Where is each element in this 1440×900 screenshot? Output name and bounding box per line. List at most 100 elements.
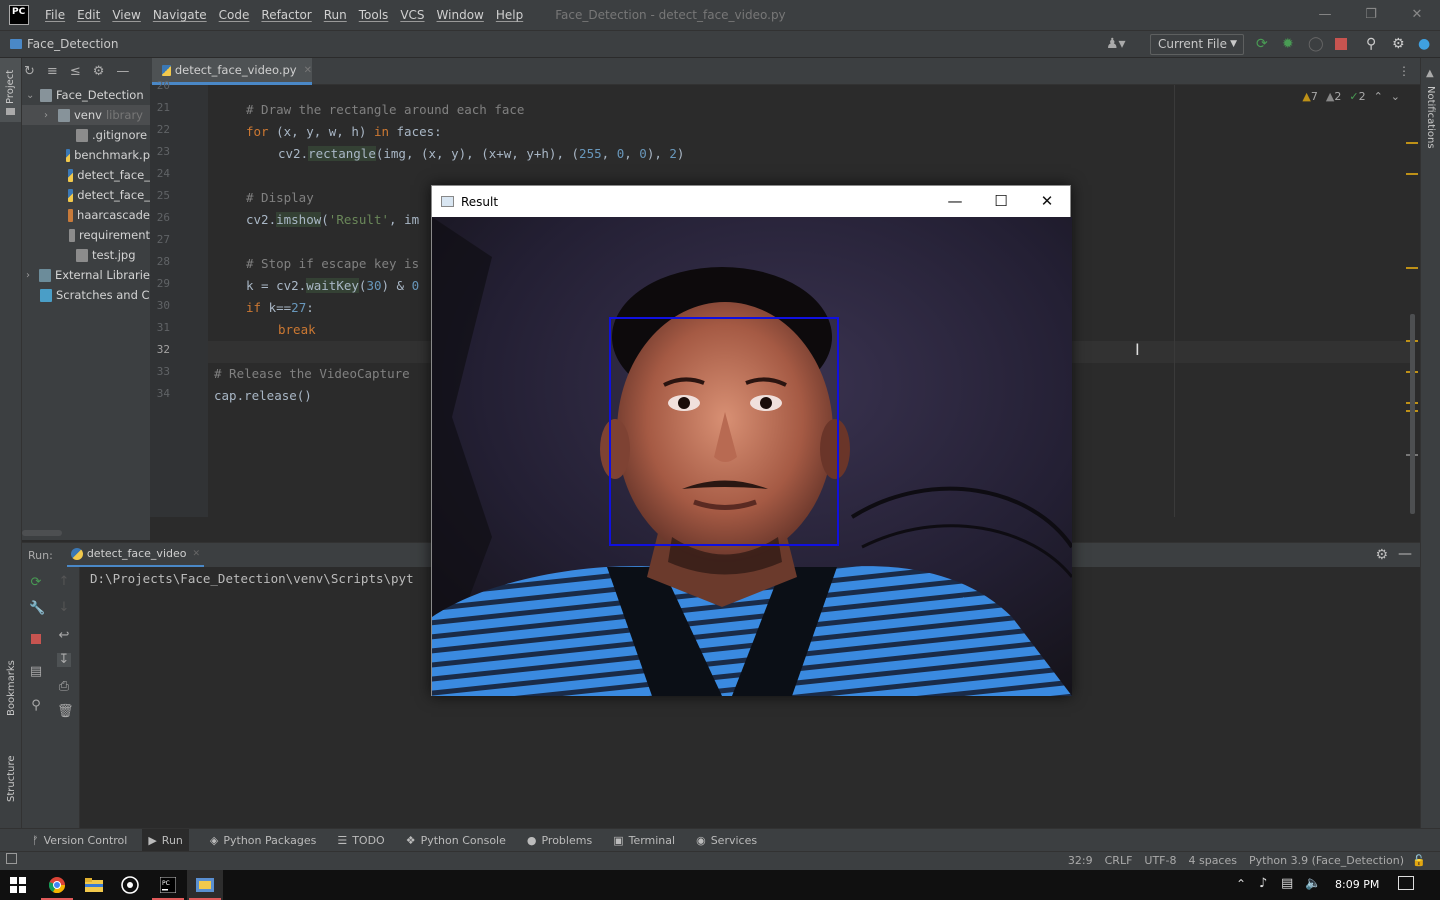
chrome-taskbar-button[interactable] bbox=[39, 870, 75, 900]
file-encoding[interactable]: UTF-8 bbox=[1144, 854, 1176, 867]
menu-code[interactable]: Code bbox=[219, 8, 250, 22]
network-icon[interactable]: ▤ bbox=[1281, 876, 1293, 891]
tool-window-problems[interactable]: ● Problems bbox=[527, 829, 592, 852]
line-number[interactable]: 20 bbox=[150, 79, 170, 92]
notifications-bell-icon[interactable]: ▲ bbox=[1426, 68, 1434, 79]
line-number[interactable]: 32 bbox=[150, 343, 170, 356]
tree-item[interactable]: test.jpg bbox=[22, 245, 150, 265]
jetbrains-icon[interactable]: ● bbox=[1418, 36, 1430, 52]
previous-highlight-icon[interactable]: ⌃ bbox=[1374, 90, 1383, 103]
menu-run[interactable]: Run bbox=[324, 8, 347, 22]
restore-button[interactable]: ❐ bbox=[1348, 0, 1394, 30]
microphone-icon[interactable]: ♪ bbox=[1259, 876, 1267, 891]
scroll-to-end-icon[interactable]: ↧ bbox=[57, 653, 71, 667]
more-tabs-icon[interactable]: ⋮ bbox=[1398, 64, 1410, 78]
expand-all-icon[interactable]: ≡ bbox=[47, 64, 58, 79]
tree-item[interactable]: › External Librarie bbox=[22, 265, 150, 285]
print-icon[interactable]: ⎙ bbox=[57, 680, 71, 694]
expand-arrow-icon[interactable]: › bbox=[26, 270, 39, 281]
line-number[interactable]: 29 bbox=[150, 277, 170, 290]
line-number[interactable]: 27 bbox=[150, 233, 170, 246]
tab-run-detect-face-video[interactable]: detect_face_video ✕ bbox=[66, 543, 205, 568]
tree-item[interactable]: requirement bbox=[22, 225, 150, 245]
menu-help[interactable]: Help bbox=[496, 8, 523, 22]
python-taskbar-button[interactable] bbox=[187, 870, 223, 900]
whatsapp-taskbar-button[interactable] bbox=[112, 870, 148, 900]
breadcrumb[interactable]: Face_Detection bbox=[10, 37, 118, 51]
debug-icon[interactable]: ✹ bbox=[1282, 36, 1294, 52]
line-number[interactable]: 30 bbox=[150, 299, 170, 312]
sync-icon[interactable]: ↻ bbox=[24, 64, 35, 79]
collapse-all-icon[interactable]: ≤ bbox=[70, 64, 81, 79]
soft-wrap-icon[interactable]: ↩ bbox=[57, 629, 71, 643]
minimize-button[interactable]: — bbox=[1302, 0, 1348, 30]
show-hidden-icons-icon[interactable]: ⌃ bbox=[1236, 877, 1246, 891]
scroll-mark[interactable] bbox=[1406, 142, 1418, 144]
next-highlight-icon[interactable]: ⌄ bbox=[1391, 90, 1400, 103]
trash-icon[interactable]: 🗑 bbox=[57, 705, 74, 719]
menu-edit[interactable]: Edit bbox=[77, 8, 100, 22]
line-number[interactable]: 21 bbox=[150, 101, 170, 114]
run-configuration-select[interactable]: Current File ▼ bbox=[1150, 34, 1244, 55]
result-title-bar[interactable]: Result — ☐ ✕ bbox=[432, 186, 1070, 217]
menu-tools[interactable]: Tools bbox=[359, 8, 389, 22]
search-icon[interactable]: ⚲ bbox=[1366, 36, 1376, 52]
tool-window-terminal[interactable]: ▣ Terminal bbox=[613, 829, 675, 852]
warnings-count[interactable]: ▲7 bbox=[1302, 90, 1317, 103]
bookmarks-stripe-button[interactable]: Bookmarks bbox=[6, 660, 17, 716]
tree-item[interactable]: haarcascade bbox=[22, 205, 150, 225]
taskbar-clock[interactable]: 8:09 PM bbox=[1335, 878, 1379, 891]
layout-icon[interactable]: ▤ bbox=[29, 665, 43, 679]
tree-item[interactable]: Scratches and C bbox=[22, 285, 150, 305]
project-scrollbar-thumb[interactable] bbox=[22, 530, 62, 536]
run-settings-gear-icon[interactable]: ⚙ bbox=[1375, 547, 1388, 563]
line-number[interactable]: 33 bbox=[150, 365, 170, 378]
menu-vcs[interactable]: VCS bbox=[400, 8, 424, 22]
menu-navigate[interactable]: Navigate bbox=[153, 8, 207, 22]
pin-icon[interactable]: ⚲ bbox=[29, 699, 43, 713]
tree-item[interactable]: › venv library bbox=[22, 105, 150, 125]
tool-window-services[interactable]: ◉ Services bbox=[696, 829, 757, 852]
tool-window-todo[interactable]: ☰ TODO bbox=[337, 829, 384, 852]
lock-icon[interactable]: 🔓 bbox=[1412, 854, 1426, 867]
tree-item[interactable]: detect_face_ bbox=[22, 185, 150, 205]
tool-window-run[interactable]: ▶ Run bbox=[142, 828, 189, 852]
project-stripe-button[interactable]: Project bbox=[0, 58, 21, 122]
stop-icon[interactable] bbox=[31, 634, 41, 644]
structure-stripe-button[interactable]: Structure bbox=[6, 755, 17, 802]
down-arrow-icon[interactable]: ↓ bbox=[57, 601, 71, 615]
menu-view[interactable]: View bbox=[112, 8, 140, 22]
breadcrumb-project[interactable]: Face_Detection bbox=[27, 37, 118, 51]
tool-window-python-packages[interactable]: ◈ Python Packages bbox=[210, 829, 316, 852]
weak-warnings-count[interactable]: ▲2 bbox=[1326, 90, 1341, 103]
settings-gear-icon[interactable]: ⚙ bbox=[1392, 36, 1405, 52]
rerun-icon[interactable]: ⟳ bbox=[29, 576, 43, 590]
options-gear-icon[interactable]: ⚙ bbox=[93, 64, 105, 79]
python-interpreter[interactable]: Python 3.9 (Face_Detection) bbox=[1249, 854, 1404, 867]
line-number[interactable]: 25 bbox=[150, 189, 170, 202]
toggle-tool-windows-icon[interactable] bbox=[6, 853, 17, 864]
tree-item[interactable]: detect_face_ bbox=[22, 165, 150, 185]
close-tab-icon[interactable]: ✕ bbox=[304, 65, 312, 76]
close-run-tab-icon[interactable]: ✕ bbox=[192, 549, 200, 559]
user-icon[interactable]: ♟▾ bbox=[1106, 36, 1126, 52]
expand-arrow-icon[interactable]: › bbox=[44, 110, 58, 121]
start-button[interactable] bbox=[0, 870, 36, 900]
hide-icon[interactable]: — bbox=[116, 64, 129, 79]
close-button[interactable]: ✕ bbox=[1394, 0, 1440, 30]
result-close-button[interactable]: ✕ bbox=[1024, 186, 1070, 217]
expand-arrow-icon[interactable]: ⌄ bbox=[26, 90, 40, 101]
pycharm-taskbar-button[interactable]: PC bbox=[150, 870, 186, 900]
tree-item[interactable]: benchmark.p bbox=[22, 145, 150, 165]
result-minimize-button[interactable]: — bbox=[932, 186, 978, 217]
line-number[interactable]: 28 bbox=[150, 255, 170, 268]
tab-detect-face-video[interactable]: detect_face_video.py ✕ bbox=[152, 58, 312, 85]
tool-window-python-console[interactable]: ❖ Python Console bbox=[406, 829, 506, 852]
line-number[interactable]: 34 bbox=[150, 387, 170, 400]
coverage-icon[interactable]: ◯ bbox=[1308, 36, 1324, 52]
inspection-widget[interactable]: ▲7 ▲2 ✓2 ⌃ ⌄ bbox=[1302, 90, 1400, 103]
tool-window-version-control[interactable]: ᚠ Version Control bbox=[32, 829, 127, 852]
scroll-mark[interactable] bbox=[1406, 173, 1418, 175]
up-arrow-icon[interactable]: ↑ bbox=[57, 575, 71, 589]
menu-refactor[interactable]: Refactor bbox=[261, 8, 311, 22]
